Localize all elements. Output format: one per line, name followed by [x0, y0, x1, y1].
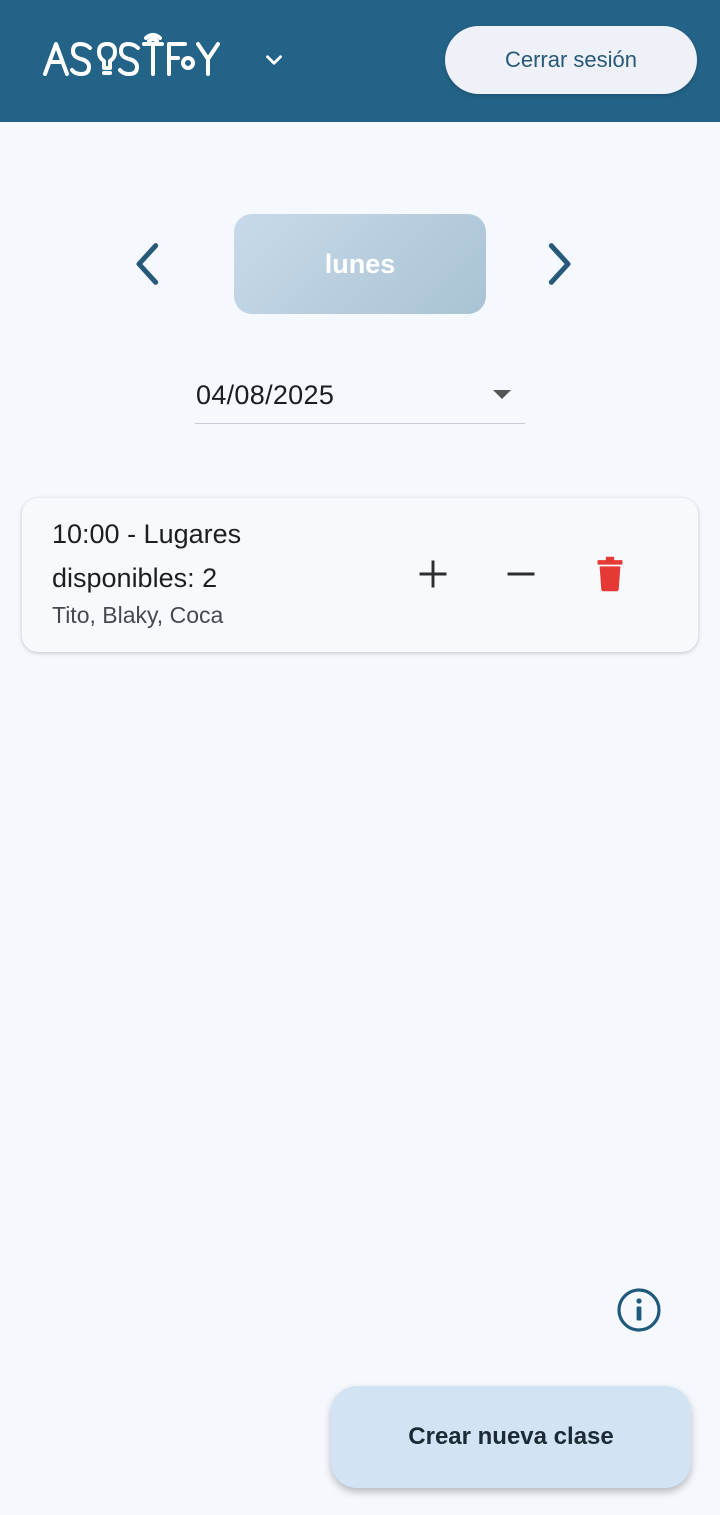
add-spot-button[interactable]	[411, 552, 455, 596]
app-bar: Cerrar sesión	[0, 0, 720, 122]
caret-down-icon	[493, 390, 511, 399]
create-class-label: Crear nueva clase	[408, 1423, 614, 1450]
create-class-button[interactable]: Crear nueva clase	[331, 1386, 691, 1488]
minus-icon	[507, 572, 535, 576]
account-switch-dropdown[interactable]	[258, 44, 290, 76]
date-value: 04/08/2025	[196, 380, 335, 410]
logout-button[interactable]: Cerrar sesión	[445, 26, 697, 94]
info-button[interactable]	[616, 1287, 662, 1333]
app-logo	[42, 30, 222, 80]
chevron-left-icon	[136, 243, 159, 285]
plus-icon	[419, 560, 447, 588]
date-dropdown[interactable]: 04/08/2025	[195, 366, 525, 424]
remove-spot-button[interactable]	[499, 552, 543, 596]
day-label: lunes	[324, 248, 396, 279]
selected-day-chip[interactable]: lunes	[234, 214, 486, 314]
chevron-right-icon	[548, 243, 571, 285]
asostfy-logo-icon	[43, 33, 220, 76]
trash-icon	[597, 556, 623, 592]
class-attendees: Tito, Blaky, Coca	[52, 602, 224, 628]
class-card: 10:00 - Lugares disponibles: 2 Tito, Bla…	[22, 498, 698, 652]
info-icon	[617, 1288, 661, 1332]
class-title: 10:00 - Lugares disponibles: 2	[52, 519, 242, 593]
delete-class-button[interactable]	[588, 552, 632, 596]
app-screen: Cerrar sesión lunes 04/08/2025 10:00 - L…	[0, 0, 720, 1515]
chevron-down-icon	[266, 55, 282, 65]
next-day-button[interactable]	[534, 240, 582, 288]
previous-day-button[interactable]	[125, 240, 173, 288]
